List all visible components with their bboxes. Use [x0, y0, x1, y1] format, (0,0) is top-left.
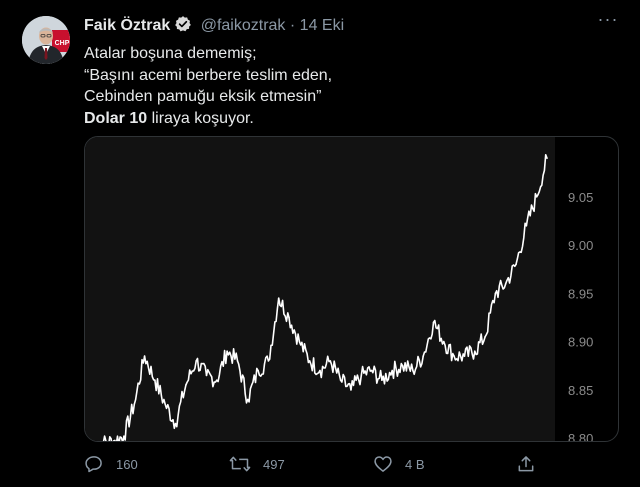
data-point [205, 374, 208, 377]
data-point [422, 355, 424, 357]
data-point [174, 422, 177, 425]
header-separator: · [289, 17, 296, 34]
like-count: 4 B [405, 456, 425, 472]
avatar-image: CHP [22, 16, 70, 64]
action-bar: 160 497 4 B [0, 452, 640, 478]
tweet-line-3: Cebinden pamuğu eksik etmesin” [84, 88, 322, 105]
data-point [339, 379, 342, 381]
tweet-text: Atalar boşuna dememiş; “Başını acemi ber… [84, 43, 332, 129]
data-point [401, 364, 404, 367]
data-point [463, 355, 466, 357]
data-point [195, 360, 197, 362]
data-point [185, 384, 187, 386]
data-point [257, 369, 259, 372]
y-tick-label: 8.80 [568, 431, 593, 441]
tweet-bold-text: Dolar 10 [84, 109, 148, 127]
data-point [525, 224, 528, 227]
data-point [133, 403, 136, 406]
more-options-icon[interactable]: ··· [596, 10, 620, 34]
data-point [236, 360, 239, 362]
avatar[interactable]: CHP [22, 16, 70, 64]
data-point [412, 369, 414, 372]
data-point [288, 316, 290, 319]
share-button[interactable] [516, 452, 536, 476]
data-point [350, 389, 352, 391]
y-tick-label: 8.95 [568, 286, 593, 301]
tweet: CHP Faik Öztrak @faikoztrak · 14 Eki ···… [0, 0, 640, 487]
tweet-date[interactable]: 14 Eki [300, 17, 344, 34]
reply-count: 160 [116, 456, 138, 472]
data-point [535, 196, 538, 198]
author-name[interactable]: Faik Öztrak [84, 17, 170, 34]
avatar-badge-text: CHP [55, 40, 70, 47]
tweet-line-2: “Başını acemi berbere teslim eden, [84, 66, 333, 84]
retweet-button[interactable]: 497 [229, 452, 285, 476]
y-tick-label: 9.05 [568, 190, 593, 205]
data-point [329, 360, 332, 362]
tweet-line-1: Atalar boşuna dememiş; [84, 45, 257, 62]
data-point [432, 321, 435, 324]
chart-svg: 9.05 9.00 8.95 8.90 8.85 8.80 [102, 153, 593, 441]
author-handle[interactable]: @faikoztrak [201, 17, 286, 34]
data-point [370, 369, 373, 372]
tweet-media-chart[interactable]: 9.05 9.00 8.95 8.90 8.85 8.80 [84, 136, 619, 442]
retweet-icon [229, 454, 251, 474]
tweet-line-4-rest: liraya koşuyor. [147, 109, 254, 127]
data-point [226, 350, 228, 353]
data-point [308, 360, 311, 362]
data-point [515, 263, 517, 266]
y-tick-label: 8.90 [568, 335, 593, 350]
y-tick-label: 9.00 [568, 238, 593, 253]
like-button[interactable]: 4 B [373, 452, 425, 476]
data-point [504, 282, 507, 285]
data-point [360, 374, 363, 377]
series-line [102, 153, 548, 441]
data-point [546, 157, 548, 160]
share-icon [516, 454, 536, 474]
data-point [381, 379, 383, 381]
data-point [453, 355, 455, 357]
tweet-header: Faik Öztrak @faikoztrak · 14 Eki [84, 15, 344, 38]
data-point [123, 435, 125, 437]
data-point [154, 379, 156, 381]
data-point [298, 340, 301, 343]
y-tick-label: 8.85 [568, 383, 593, 398]
data-point [484, 335, 486, 338]
reply-icon [84, 454, 104, 474]
data-point [164, 403, 167, 406]
data-point [443, 340, 445, 343]
data-point [267, 360, 270, 362]
data-point [473, 350, 476, 353]
data-point [216, 379, 218, 381]
data-point [494, 292, 497, 295]
data-point [319, 369, 321, 372]
reply-button[interactable]: 160 [84, 452, 138, 476]
data-point [391, 369, 394, 372]
tweet-line-4: Dolar 10 liraya koşuyor. [84, 108, 332, 130]
retweet-count: 497 [263, 456, 285, 472]
data-point [143, 355, 146, 357]
data-point [246, 398, 249, 401]
data-point [277, 297, 280, 299]
verified-badge-icon [174, 15, 192, 38]
like-icon [373, 454, 393, 474]
